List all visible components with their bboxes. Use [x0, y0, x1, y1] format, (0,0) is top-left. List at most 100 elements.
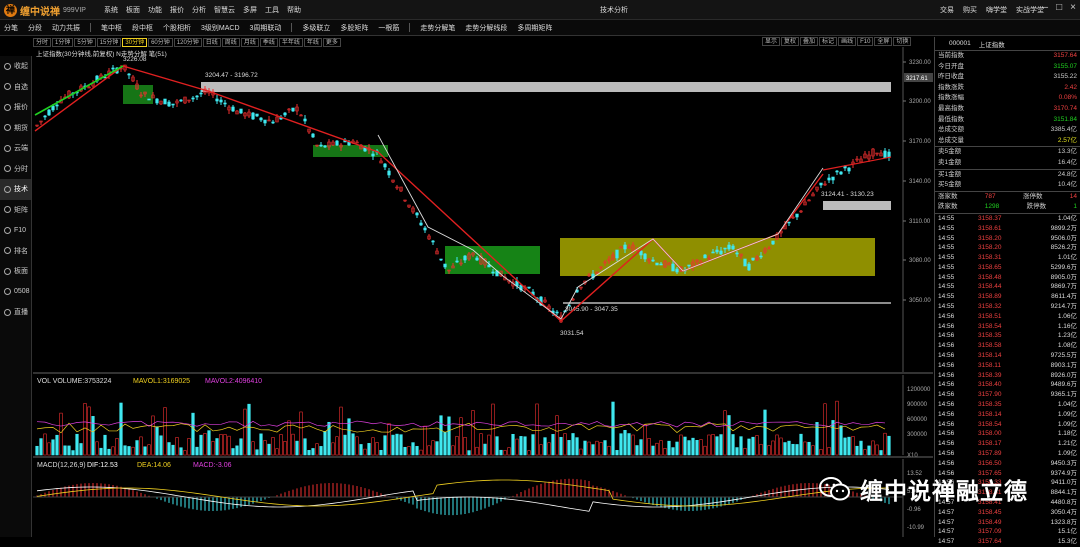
nav-item-0-1[interactable]: 分段 [28, 23, 42, 33]
right-menu-item-2[interactable]: 嗨学堂 [986, 5, 1007, 15]
volume-bar [491, 403, 495, 456]
view-tab-6[interactable]: 全屏 [874, 37, 893, 46]
volume-bar [151, 415, 155, 456]
price-tick-label: 3140.00 [909, 179, 931, 185]
nav-item-2-0[interactable]: 多级联立 [302, 23, 330, 33]
volume-bar [59, 412, 63, 456]
period-tab-0[interactable]: 分时 [33, 37, 52, 47]
period-tab-1[interactable]: 1分钟 [52, 37, 74, 47]
view-tab-0[interactable]: 显示 [762, 37, 781, 46]
minimize-icon[interactable]: – [1043, 2, 1049, 13]
right-menu-item-1[interactable]: 购买 [963, 5, 977, 15]
period-tab-5[interactable]: 60分钟 [148, 37, 173, 47]
sidebar-item-1[interactable]: 自选 [0, 77, 31, 98]
tick-price: 3158.40 [978, 381, 1002, 389]
view-tab-3[interactable]: 标记 [819, 37, 838, 46]
maximize-icon[interactable]: □ [1056, 2, 1062, 13]
nav-item-1-3[interactable]: 3级别MACD [201, 23, 240, 33]
tick-price: 3158.54 [978, 322, 1002, 330]
volume-bar [387, 423, 391, 456]
volume-bar [535, 403, 539, 456]
period-tab-3[interactable]: 15分钟 [96, 37, 122, 47]
tick-price: 3158.20 [978, 234, 1002, 242]
candle-body [731, 245, 735, 250]
sidebar-item-10[interactable]: 板面 [0, 261, 31, 282]
nav-item-1-4[interactable]: 3周期联动 [250, 23, 282, 33]
candle-body [723, 247, 727, 250]
volume-bar [99, 447, 103, 456]
nav-item-1-1[interactable]: 段中枢 [132, 23, 153, 33]
candle-body [787, 221, 791, 224]
period-tab-10[interactable]: 季线 [259, 37, 278, 47]
sidebar-item-12[interactable]: 直播 [0, 302, 31, 323]
nav-item-3-2[interactable]: 多周期矩阵 [517, 23, 552, 33]
period-tab-12[interactable]: 年线 [303, 37, 322, 47]
sidebar-item-2[interactable]: 报价 [0, 97, 31, 118]
nav-item-0-0[interactable]: 分笔 [4, 23, 18, 33]
nav-item-3-0[interactable]: 走势分解笔 [420, 23, 455, 33]
sidebar-item-11[interactable]: 0508 [0, 282, 31, 303]
menu-item-5[interactable]: 智慧云 [214, 5, 235, 15]
period-tab-13[interactable]: 更多 [322, 37, 341, 47]
sidebar-label: 板面 [14, 268, 28, 276]
tick-time: 14:57 [938, 538, 955, 546]
volume-bar [775, 434, 779, 456]
nav-item-3-1[interactable]: 走势分解线段 [465, 23, 507, 33]
menu-item-2[interactable]: 功能 [148, 5, 162, 15]
menu-item-1[interactable]: 板面 [126, 5, 140, 15]
tick-time: 14:55 [938, 283, 955, 291]
view-tab-2[interactable]: 叠加 [800, 37, 819, 46]
sidebar-item-6[interactable]: 技术 [0, 179, 31, 200]
menu-item-8[interactable]: 帮助 [287, 5, 301, 15]
nav-item-1-0[interactable]: 笔中枢 [101, 23, 122, 33]
nav-item-1-2[interactable]: 个股相析 [163, 23, 191, 33]
tick-price: 3158.54 [978, 420, 1002, 428]
kline-chart[interactable]: 3230.00 3200.00 3170.00 3140.00 3110.00 3080.… [33, 47, 933, 537]
view-tab-1[interactable]: 复权 [781, 37, 800, 46]
period-tab-4[interactable]: 30分钟 [122, 37, 148, 47]
tick-price: 3158.48 [978, 273, 1002, 281]
sidebar-item-9[interactable]: 排名 [0, 241, 31, 262]
sidebar-item-0[interactable]: 收起 [0, 56, 31, 77]
view-tab-5[interactable]: F10 [857, 37, 874, 46]
period-tab-6[interactable]: 120分钟 [173, 37, 202, 47]
quote-panel: 000001 上证指数 当前指数 3157.64 今日开盘 3155.07 昨日收盘 31… [934, 37, 1080, 545]
volume-bar [179, 447, 183, 456]
volume-bar [743, 447, 747, 456]
view-tab-7[interactable]: 切换 [893, 37, 912, 46]
candle-body [239, 108, 243, 114]
period-tab-11[interactable]: 半年线 [278, 37, 303, 47]
menu-item-7[interactable]: 工具 [265, 5, 279, 15]
tick-time: 14:55 [938, 254, 955, 262]
sidebar-item-5[interactable]: 分时 [0, 159, 31, 180]
period-tab-8[interactable]: 周线 [221, 37, 240, 47]
quote-value: 3157.64 [1053, 52, 1078, 59]
quote-row: 今日开盘 3155.07 [935, 62, 1080, 73]
right-menu-item-0[interactable]: 交易 [940, 5, 954, 15]
sidebar-item-3[interactable]: 期货 [0, 118, 31, 139]
title-bar: 禅 缠中说禅 999VIP 系统 板面 功能 报价 分析 智慧云 多屏 工具 帮助 技术分析 交… [0, 0, 1080, 20]
tick-price: 3158.65 [978, 263, 1002, 271]
view-tab-4[interactable]: 画线 [838, 37, 857, 46]
sidebar-item-4[interactable]: 云端 [0, 138, 31, 159]
menu-item-0[interactable]: 系统 [104, 5, 118, 15]
nav-item-2-1[interactable]: 多股矩阵 [340, 23, 368, 33]
nav-item-0-2[interactable]: 动力共振 [52, 23, 80, 33]
volume-bar [115, 438, 119, 456]
menu-item-6[interactable]: 多屏 [243, 5, 257, 15]
sidebar-item-7[interactable]: 矩阵 [0, 200, 31, 221]
nav-item-2-2[interactable]: 一根筋 [378, 23, 399, 33]
tick-time: 14:56 [938, 420, 955, 428]
menu-item-3[interactable]: 报价 [170, 5, 184, 15]
period-tab-7[interactable]: 日线 [202, 37, 221, 47]
period-tab-9[interactable]: 月线 [240, 37, 259, 47]
tick-price: 3158.89 [978, 293, 1002, 301]
menu-item-4[interactable]: 分析 [192, 5, 206, 15]
quote-row: 总成交额 3385.4亿 [935, 125, 1080, 136]
right-menu-item-3[interactable]: 实战学堂 [1016, 5, 1044, 15]
period-tab-2[interactable]: 5分钟 [74, 37, 96, 47]
close-icon[interactable]: × [1070, 2, 1076, 13]
sidebar-item-8[interactable]: F10 [0, 220, 31, 241]
volume-bar [639, 439, 643, 456]
volume-bar [695, 440, 699, 456]
